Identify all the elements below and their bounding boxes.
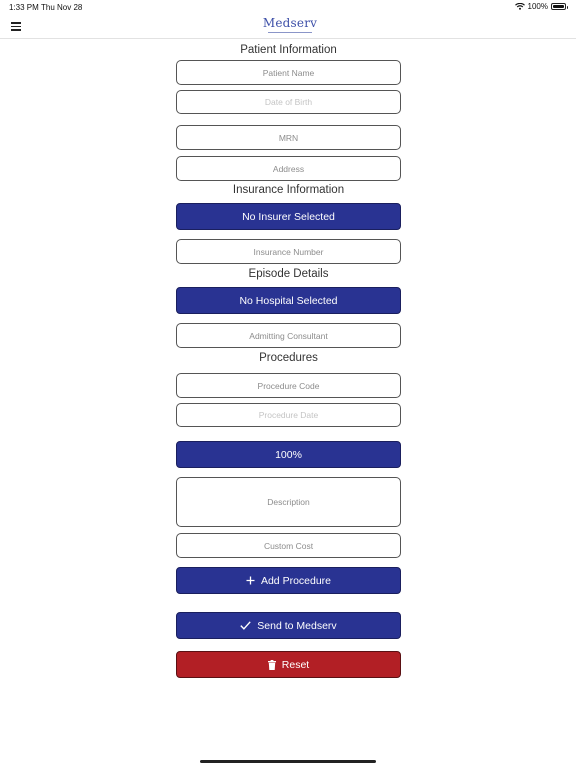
admitting-consultant-field[interactable]: Admitting Consultant <box>176 323 401 348</box>
select-hospital-button[interactable]: No Hospital Selected <box>176 287 401 314</box>
trash-icon <box>267 659 276 670</box>
select-insurer-button[interactable]: No Insurer Selected <box>176 203 401 230</box>
status-time: 1:33 PM <box>9 3 39 12</box>
insurance-number-field[interactable]: Insurance Number <box>176 239 401 264</box>
section-title-patient: Patient Information <box>240 44 337 56</box>
custom-cost-field[interactable]: Custom Cost <box>176 533 401 558</box>
section-title-insurance: Insurance Information <box>232 184 345 196</box>
patient-name-field[interactable]: Patient Name <box>176 60 401 85</box>
home-indicator[interactable] <box>200 760 376 763</box>
status-indicators: 100% <box>514 2 568 11</box>
mrn-field[interactable]: MRN <box>176 125 401 150</box>
battery-icon <box>551 3 568 10</box>
navigation-bar: Medserv <box>0 14 576 39</box>
send-to-medserv-button[interactable]: Send to Medserv <box>176 612 401 639</box>
medserv-logo: Medserv <box>262 17 318 37</box>
logo-text: Medserv <box>262 16 318 30</box>
procedure-date-field[interactable]: Procedure Date <box>176 403 401 427</box>
percentage-button[interactable]: 100% <box>176 441 401 468</box>
checkmark-icon <box>240 621 252 630</box>
section-title-episode: Episode Details <box>248 268 329 280</box>
battery-percent: 100% <box>527 2 548 11</box>
logo-underline <box>268 32 312 33</box>
date-of-birth-field[interactable]: Date of Birth <box>176 90 401 114</box>
status-date: Thu Nov 28 <box>41 3 83 12</box>
address-field[interactable]: Address <box>176 156 401 181</box>
send-label: Send to Medserv <box>257 619 337 632</box>
reset-button[interactable]: Reset <box>176 651 401 678</box>
wifi-icon <box>514 3 525 10</box>
description-field[interactable]: Description <box>176 477 401 527</box>
reset-label: Reset <box>281 658 310 671</box>
procedure-code-field[interactable]: Procedure Code <box>176 373 401 398</box>
add-procedure-label: Add Procedure <box>260 574 332 587</box>
section-title-procedures: Procedures <box>259 352 318 364</box>
status-bar: 1:33 PM Thu Nov 28 100% <box>0 0 576 14</box>
plus-icon <box>246 576 255 585</box>
add-procedure-button[interactable]: Add Procedure <box>176 567 401 594</box>
hamburger-menu-icon[interactable] <box>11 22 21 31</box>
